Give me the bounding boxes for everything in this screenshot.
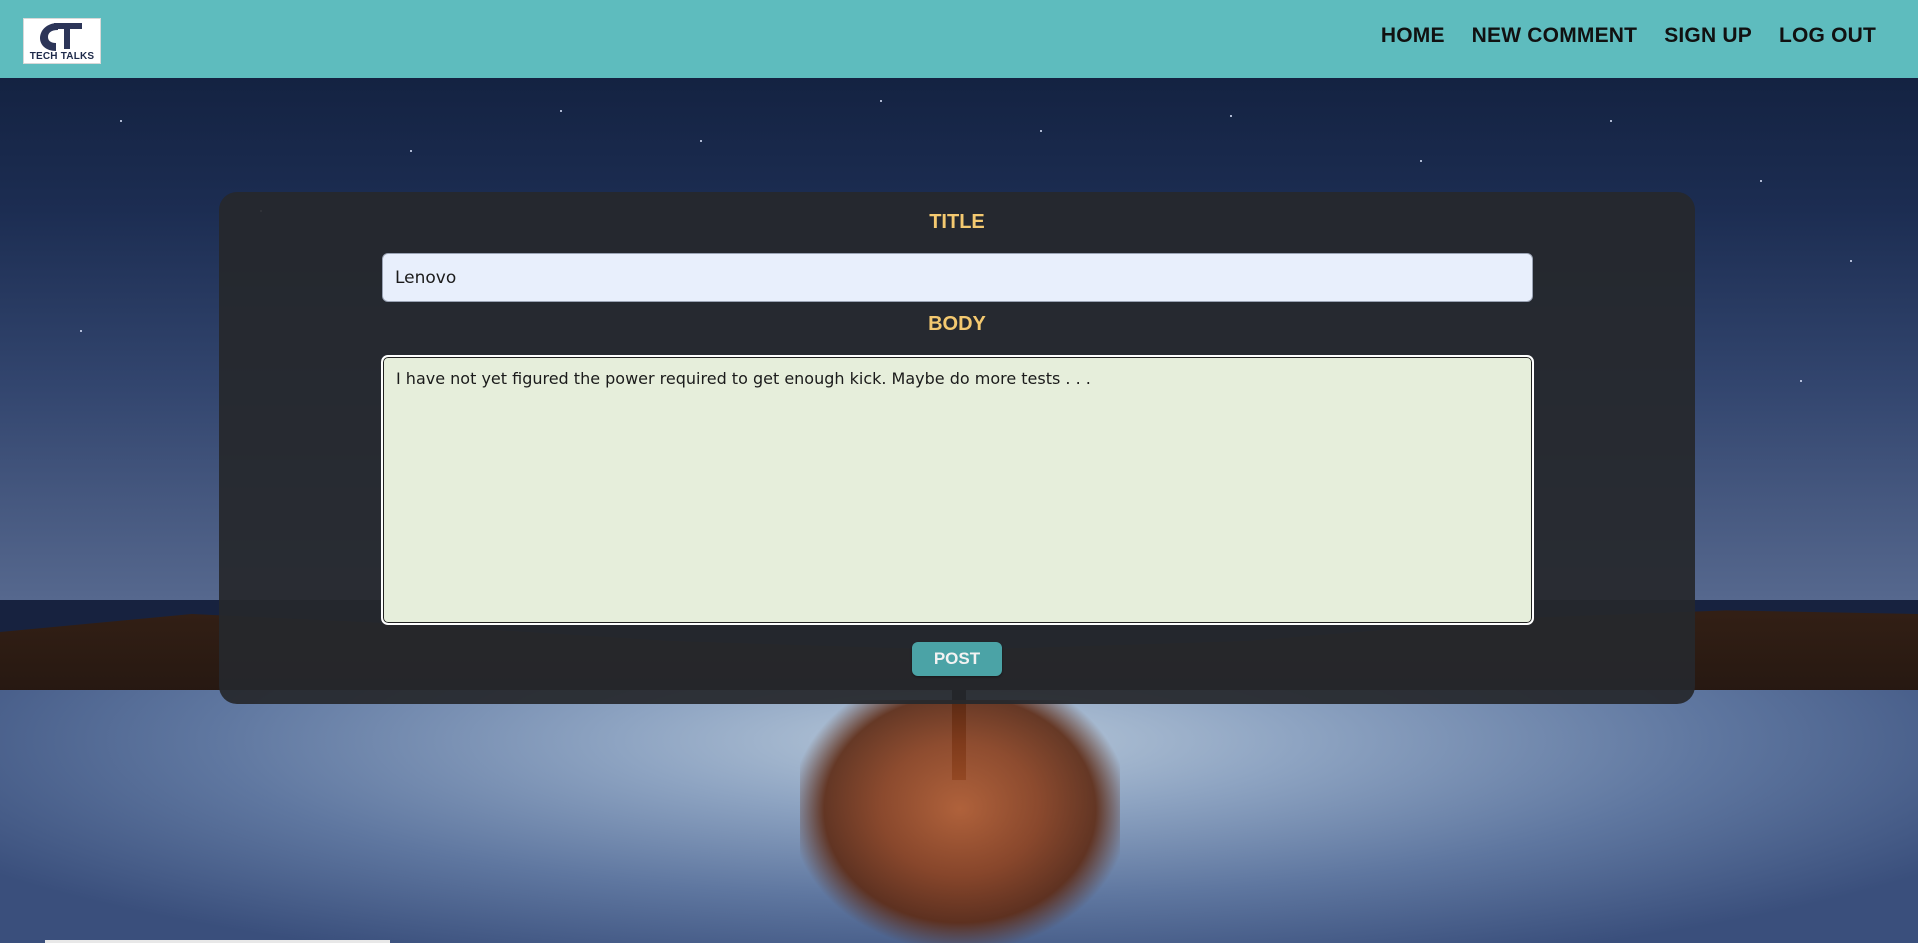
star: [1610, 120, 1612, 122]
star: [1800, 380, 1802, 382]
star: [80, 330, 82, 332]
star: [410, 150, 412, 152]
star: [880, 100, 882, 102]
body-label: BODY: [928, 313, 986, 335]
site-logo[interactable]: TECH TALKS: [23, 18, 101, 64]
star: [1850, 260, 1852, 262]
nav-sign-up-link[interactable]: SIGN UP: [1664, 24, 1752, 48]
body-textarea[interactable]: I have not yet figured the power require…: [381, 355, 1534, 625]
main-nav: HOME NEW COMMENT SIGN UP LOG OUT: [1381, 24, 1876, 48]
title-input[interactable]: [382, 253, 1533, 302]
logo-mark-icon: [40, 23, 82, 51]
new-post-form: TITLE BODY I have not yet figured the po…: [219, 192, 1695, 704]
logo-text: TECH TALKS: [29, 51, 95, 62]
top-navbar: TECH TALKS HOME NEW COMMENT SIGN UP LOG …: [0, 0, 1918, 78]
star: [560, 110, 562, 112]
post-button[interactable]: POST: [912, 642, 1002, 676]
star: [1040, 130, 1042, 132]
star: [700, 140, 702, 142]
star: [1230, 115, 1232, 117]
title-label: TITLE: [929, 211, 985, 233]
nav-new-comment-link[interactable]: NEW COMMENT: [1472, 24, 1638, 48]
star: [120, 120, 122, 122]
star: [1420, 160, 1422, 162]
star: [1760, 180, 1762, 182]
tree-reflection: [800, 700, 1120, 943]
nav-home-link[interactable]: HOME: [1381, 24, 1445, 48]
nav-log-out-link[interactable]: LOG OUT: [1779, 24, 1876, 48]
